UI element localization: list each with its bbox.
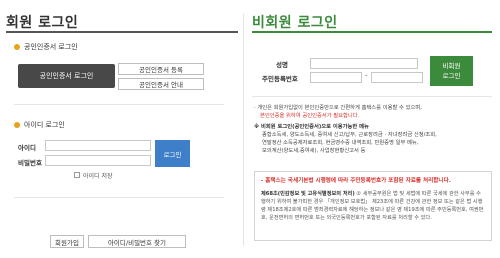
cert-section-heading-text: 공인인증서 로그인 <box>24 43 78 51</box>
password-input[interactable] <box>45 155 151 166</box>
section-divider <box>252 96 492 97</box>
note-menu-line: 연말정산 소득공제자료조회, 현금영수증 내역조회, 민원증명 일부 메뉴, <box>262 140 419 146</box>
remember-id-label: 아이디 저장 <box>83 173 113 180</box>
cert-register-button[interactable]: 공인인증서 등록 <box>118 63 204 75</box>
section-divider <box>14 197 224 198</box>
privacy-notice-box: - 홈택스는 국세기본법 시행령에 따라 주민등록번호가 포함된 자료를 처리합… <box>254 171 492 241</box>
member-title-rule <box>6 31 238 33</box>
guest-login-button-line2: 로그인 <box>442 72 461 80</box>
member-login-panel: 회원 로그인 공인인증서 로그인 공인인증서 로그인 공인인증서 등록 공인인증… <box>0 0 240 258</box>
rrn-front-input[interactable] <box>310 72 362 83</box>
cert-login-button[interactable]: 공인인증서 로그인 <box>18 64 115 88</box>
bullet-icon <box>14 122 20 128</box>
password-label: 비밀번호 <box>18 159 42 167</box>
privacy-notice-title: - 홈택스는 국세기본법 시행령에 따라 주민등록번호가 포함된 자료를 처리합… <box>261 178 451 184</box>
remember-id-checkbox[interactable] <box>74 172 80 178</box>
guest-title-rule <box>252 31 492 33</box>
cert-section-heading: 공인인증서 로그인 <box>14 42 78 52</box>
find-id-password-button[interactable]: 아이디/비밀번호 찾기 <box>88 235 186 248</box>
note-menu-line: 종합소득세, 양도소득세, 증여세 신고/납부, 근로장려금 · 자녀장려금 신… <box>262 132 437 138</box>
guest-notes: · 개인은 회원가입없이 본인인증만으로 간편하게 홈택스를 이용할 수 있으며… <box>254 104 494 155</box>
guest-login-title: 비회원 로그인 <box>252 15 338 31</box>
note-line-1-red: 본인인증을 위하여 공인인증서가 필요합니다. <box>260 113 360 119</box>
name-input[interactable] <box>310 58 418 69</box>
privacy-notice-article: 제68조(민감정보 및 고유식별정보의 처리) <box>261 191 355 197</box>
id-section-heading: 아이디 로그인 <box>14 120 65 130</box>
panel-divider <box>243 14 244 246</box>
section-divider <box>14 104 224 105</box>
guest-login-button-line1: 비회원 <box>442 62 461 70</box>
guest-login-button[interactable]: 비회원 로그인 <box>430 56 473 86</box>
id-label: 아이디 <box>18 144 36 152</box>
rrn-label: 주민등록번호 <box>262 75 298 83</box>
privacy-notice-body: 제68조(민감정보 및 고유식별정보의 처리) ② 세무공무원은 법 및 세법에… <box>261 190 485 222</box>
signup-button[interactable]: 회원가입 <box>50 235 84 248</box>
rrn-separator: - <box>365 72 368 80</box>
guest-login-panel: 비회원 로그인 성명 주민등록번호 - 비회원 로그인 · 개인은 회원가입없이… <box>248 0 500 258</box>
bullet-icon <box>14 44 20 50</box>
member-login-title: 회원 로그인 <box>6 15 79 31</box>
id-section-heading-text: 아이디 로그인 <box>24 121 65 129</box>
id-login-button[interactable]: 로그인 <box>155 140 190 167</box>
id-input[interactable] <box>45 140 151 151</box>
rrn-back-input[interactable] <box>371 72 423 83</box>
name-label: 성명 <box>276 61 288 69</box>
note-menu-heading: ※ 비회원 로그인(공인인증서)으로 이용가능한 메뉴 <box>254 124 369 130</box>
note-line-1: · 개인은 회원가입없이 본인인증만으로 간편하게 홈택스를 이용할 수 있으며… <box>254 105 422 111</box>
cert-guide-button[interactable]: 공인인증서 안내 <box>118 78 204 90</box>
note-menu-line: 모의계산(양도세,증여세), 사업장현황신고서 등 <box>262 148 366 154</box>
